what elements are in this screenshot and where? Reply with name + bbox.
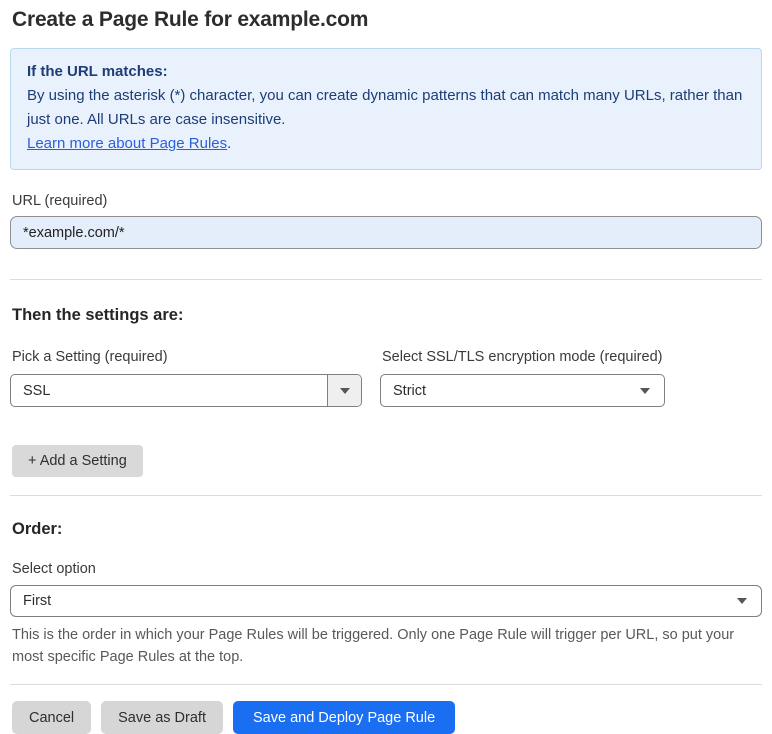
order-help-text: This is the order in which your Page Rul… [12, 627, 735, 665]
footer-actions: Cancel Save as Draft Save and Deploy Pag… [12, 701, 762, 734]
pick-setting-value: SSL [23, 382, 51, 399]
order-select[interactable]: First [10, 585, 762, 617]
pick-setting-select[interactable]: SSL [10, 374, 362, 407]
settings-section-heading: Then the settings are: [12, 306, 184, 324]
divider [10, 495, 762, 496]
order-select-label: Select option [12, 561, 96, 577]
page-title: Create a Page Rule for example.com [12, 8, 369, 31]
order-section-heading: Order: [12, 520, 63, 538]
ssl-mode-label: Select SSL/TLS encryption mode (required… [382, 349, 663, 365]
caret-down-icon [737, 598, 747, 604]
learn-more-link[interactable]: Learn more about Page Rules [27, 135, 227, 152]
select-addon [327, 375, 361, 406]
divider [10, 684, 762, 685]
ssl-mode-select[interactable]: Strict [380, 374, 665, 407]
save-as-draft-button[interactable]: Save as Draft [101, 701, 223, 734]
ssl-mode-field: Select SSL/TLS encryption mode (required… [380, 349, 665, 407]
info-box-body: By using the asterisk (*) character, you… [27, 84, 745, 132]
url-match-info-box: If the URL matches: By using the asteris… [10, 48, 762, 170]
pick-setting-field: Pick a Setting (required) SSL [10, 349, 362, 407]
create-page-rule-page: Create a Page Rule for example.com If th… [0, 0, 772, 734]
save-and-deploy-button[interactable]: Save and Deploy Page Rule [232, 701, 456, 734]
order-select-value: First [23, 593, 52, 609]
settings-row: Pick a Setting (required) SSL Select SSL… [10, 349, 762, 407]
caret-down-icon [640, 387, 650, 394]
caret-down-icon [339, 387, 350, 394]
add-setting-button[interactable]: + Add a Setting [12, 445, 143, 477]
info-box-link-line: Learn more about Page Rules. [27, 132, 745, 156]
ssl-mode-value: Strict [393, 382, 427, 399]
pick-setting-label: Pick a Setting (required) [12, 349, 168, 365]
info-box-body-text: By using the asterisk (*) character, you… [27, 87, 743, 128]
cancel-button[interactable]: Cancel [12, 701, 92, 734]
url-field-label: URL (required) [12, 193, 108, 209]
divider [10, 279, 762, 280]
url-input[interactable] [10, 216, 762, 249]
info-box-heading: If the URL matches: [27, 63, 168, 80]
link-suffix: . [227, 135, 232, 152]
